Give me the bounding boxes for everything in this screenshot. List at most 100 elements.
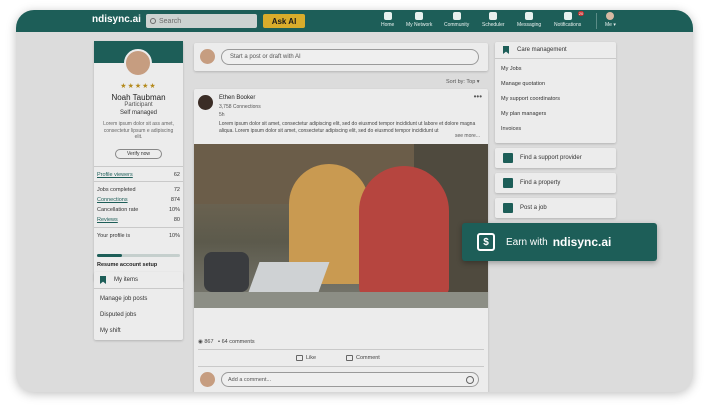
post-metrics: ◉ 867 ▪ 64 comments (198, 339, 255, 345)
app-window: ndisync.ai Search Ask AI Home My Network… (16, 10, 693, 392)
ask-ai-button[interactable]: Ask AI (263, 14, 305, 28)
post-options-icon[interactable]: ••• (474, 92, 482, 101)
resume-account-setup-link[interactable]: Resume account setup (97, 262, 157, 268)
calendar-icon (489, 12, 498, 20)
search-input[interactable]: Search (146, 14, 257, 28)
profile-completion-label: Your profile is (97, 233, 131, 239)
comment-button[interactable]: Comment (346, 355, 380, 361)
profile-completion: Your profile is 10% (97, 233, 180, 239)
search-placeholder: Search (159, 17, 182, 25)
find-property-button[interactable]: Find a property (495, 173, 616, 193)
profile-completion-value: 10% (168, 233, 180, 239)
care-management-title: Care management (517, 47, 567, 53)
post-author-name[interactable]: Ethen Booker (219, 95, 255, 101)
stat-label[interactable]: Connections (97, 197, 128, 203)
find-support-provider-button[interactable]: Find a support provider (495, 148, 616, 168)
community-icon (452, 12, 461, 20)
stat-value: 72 (173, 187, 180, 193)
comment-input[interactable]: Add a comment... (221, 372, 479, 387)
message-icon (525, 12, 534, 20)
care-item-my-jobs[interactable]: My Jobs (501, 66, 521, 72)
nav-messaging-label: Messaging (517, 22, 542, 28)
profile-card: ★★★★★ Noah Taubman Participant Self mana… (94, 41, 183, 281)
stat-connections[interactable]: Connections 874 (97, 197, 180, 203)
stat-value: 80 (173, 217, 180, 223)
stat-jobs-completed: Jobs completed 72 (97, 187, 180, 193)
profile-avatar[interactable] (124, 49, 152, 77)
my-item-manage-job-posts[interactable]: Manage job posts (100, 296, 147, 302)
post-composer: Start a post or draft with AI (194, 43, 488, 71)
composer-input[interactable]: Start a post or draft with AI (221, 49, 479, 65)
comments-count[interactable]: 64 comments (222, 339, 255, 345)
my-item-my-shift[interactable]: My shift (100, 328, 121, 334)
nav-home[interactable]: Home (381, 12, 394, 28)
my-items-title: My items (114, 277, 138, 283)
post-author-avatar[interactable] (198, 95, 213, 110)
post-job-icon (503, 203, 513, 213)
nav-community-label: Community (444, 22, 470, 28)
stat-label: Jobs completed (97, 187, 136, 193)
emoji-icon[interactable] (466, 376, 474, 384)
stat-reviews[interactable]: Reviews 80 (97, 217, 180, 223)
post-author-connections: 3,758 Connections (219, 104, 261, 110)
search-icon (503, 153, 513, 163)
likes-icon: ◉ (198, 339, 203, 345)
nav-community[interactable]: Community (444, 12, 469, 28)
my-items-card: My items Manage job posts Disputed jobs … (94, 272, 183, 340)
search-icon (150, 18, 156, 24)
brand-logo[interactable]: ndisync.ai (92, 14, 141, 25)
stat-value: 874 (170, 197, 180, 203)
nav-messaging[interactable]: Messaging (517, 12, 541, 28)
nav-notifications[interactable]: 20 Notifications (554, 11, 585, 28)
care-management-card: Care management My Jobs Manage quotation… (495, 42, 616, 143)
stat-profile-viewers[interactable]: Profile viewers 62 (97, 172, 180, 178)
care-item-plan-managers[interactable]: My plan managers (501, 111, 546, 117)
divider (198, 349, 484, 350)
image-table (194, 292, 488, 308)
care-item-manage-quotation[interactable]: Manage quotation (501, 81, 545, 87)
nav-network-label: My Network (406, 22, 433, 28)
post-job-button[interactable]: Post a job (495, 198, 616, 218)
like-label: Like (306, 355, 317, 361)
divider (94, 181, 183, 182)
stat-label[interactable]: Profile viewers (97, 172, 133, 178)
verify-now-button[interactable]: Verify now (115, 149, 162, 159)
network-icon (415, 12, 424, 20)
care-item-support-coordinators[interactable]: My support coordinators (501, 96, 560, 102)
likes-count[interactable]: 867 (204, 339, 213, 345)
feed-post: Ethen Booker 3,758 Connections 5h ••• Lo… (194, 89, 488, 392)
stat-label: Cancellation rate (97, 207, 139, 213)
stat-value: 10% (168, 207, 180, 213)
comment-icon (346, 355, 353, 361)
nav-scheduler[interactable]: Scheduler (482, 12, 505, 28)
home-icon (383, 12, 392, 20)
divider (94, 166, 183, 167)
earn-with-ndisync-banner[interactable]: $ Earn with ndisync.ai (462, 223, 657, 261)
sort-dropdown[interactable]: Sort by: Top ▾ (446, 79, 480, 85)
rating-stars: ★★★★★ (120, 83, 157, 90)
dollar-icon: $ (477, 233, 495, 251)
see-more-link[interactable]: see more... (455, 133, 480, 139)
post-image[interactable] (194, 144, 488, 308)
nav-me[interactable]: Me ▾ (605, 12, 616, 28)
stat-label[interactable]: Reviews (97, 217, 118, 223)
care-item-invoices[interactable]: Invoices (501, 126, 521, 132)
nav-my-network[interactable]: My Network (406, 12, 432, 28)
like-button[interactable]: Like (296, 355, 316, 361)
post-body: Lorem ipsum dolor sit amet, consectetur … (219, 121, 476, 134)
verify-label: Verify now (126, 151, 151, 157)
earn-brand: ndisync.ai (552, 235, 612, 249)
divider (198, 366, 484, 367)
my-item-disputed-jobs[interactable]: Disputed jobs (100, 312, 136, 318)
profile-progress-bar (97, 254, 180, 257)
bookmark-icon (100, 276, 106, 284)
nav-me-label: Me ▾ (605, 22, 616, 28)
post-time: 5h (219, 112, 225, 118)
comment-label: Comment (356, 355, 380, 361)
care-management-header: Care management (495, 42, 616, 59)
bookmark-icon (503, 46, 509, 54)
profile-name[interactable]: Noah Taubman (94, 93, 183, 102)
progress-fill (97, 254, 122, 257)
notification-badge: 20 (577, 11, 585, 16)
find-property-label: Find a property (520, 180, 561, 186)
